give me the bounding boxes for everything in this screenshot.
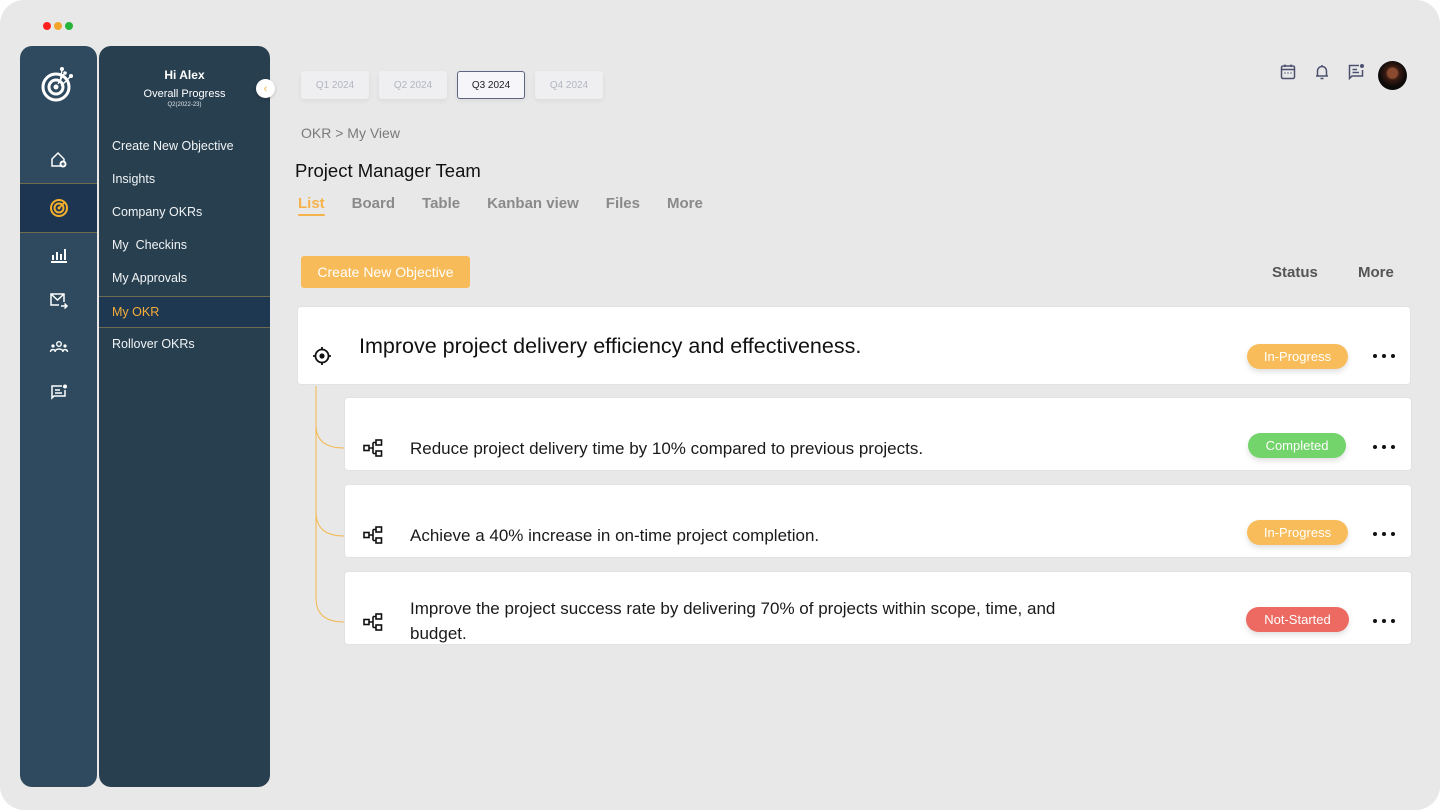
more-options-button[interactable]: [1373, 527, 1395, 541]
calendar-button[interactable]: [1278, 62, 1298, 82]
quarter-tab-q2[interactable]: Q2 2024: [379, 71, 447, 99]
subnav-company-okrs[interactable]: Company OKRs: [99, 196, 270, 228]
tab-list[interactable]: List: [298, 195, 325, 216]
chat-notification-icon: [50, 384, 67, 400]
message-icon: [1348, 64, 1364, 81]
home-add-icon: [50, 151, 66, 168]
maximize-window-button[interactable]: [65, 22, 73, 30]
minimize-window-button[interactable]: [54, 22, 62, 30]
breadcrumb: OKR > My View: [301, 125, 400, 141]
status-badge[interactable]: Completed: [1248, 433, 1346, 458]
team-icon: [49, 340, 68, 353]
calendar-icon: [1280, 64, 1296, 80]
key-result-title: Reduce project delivery time by 10% comp…: [410, 439, 924, 458]
messages-button[interactable]: [1346, 62, 1366, 82]
tab-kanban[interactable]: Kanban view: [487, 195, 579, 216]
tab-more[interactable]: More: [667, 195, 703, 216]
user-avatar[interactable]: [1378, 61, 1407, 90]
subnav-insights[interactable]: Insights: [99, 163, 270, 195]
okr-subnav: Hi Alex Overall Progress Q2(2022-23) Cre…: [99, 46, 270, 787]
page-title: Project Manager Team: [295, 160, 481, 181]
app-logo-icon[interactable]: [40, 64, 80, 104]
tab-table[interactable]: Table: [422, 195, 460, 216]
more-column-header[interactable]: More: [1358, 264, 1394, 281]
rail-analytics[interactable]: [20, 231, 97, 277]
subnav-create-objective[interactable]: Create New Objective: [99, 130, 270, 162]
header-actions: [1278, 62, 1366, 82]
status-badge[interactable]: In-Progress: [1247, 520, 1348, 545]
rail-mail[interactable]: [20, 277, 97, 323]
key-result-card[interactable]: Improve the project success rate by deli…: [344, 571, 1412, 645]
more-options-button[interactable]: [1373, 614, 1395, 628]
hierarchy-icon: [363, 526, 383, 544]
rail-team[interactable]: [20, 324, 97, 370]
quarter-tab-q4[interactable]: Q4 2024: [535, 71, 603, 99]
objective-card[interactable]: Improve project delivery efficiency and …: [297, 306, 1411, 385]
quarter-tab-q3[interactable]: Q3 2024: [457, 71, 525, 99]
subnav-my-okr[interactable]: My OKR: [99, 296, 270, 328]
bell-icon: [1316, 65, 1328, 80]
rail-okr[interactable]: [20, 183, 97, 233]
create-objective-button[interactable]: Create New Objective: [301, 256, 470, 288]
hierarchy-icon: [363, 439, 383, 457]
icon-rail: [20, 46, 97, 787]
overall-progress-label: Overall Progress: [143, 88, 226, 100]
greeting: Hi Alex: [164, 68, 205, 82]
key-result-card[interactable]: Achieve a 40% increase in on-time projec…: [344, 484, 1412, 558]
hierarchy-icon: [363, 613, 383, 631]
key-result-title: Improve the project success rate by deli…: [410, 599, 1056, 643]
quarter-tab-q1[interactable]: Q1 2024: [301, 71, 369, 99]
rail-home[interactable]: [20, 137, 97, 183]
tab-board[interactable]: Board: [352, 195, 395, 216]
status-badge[interactable]: Not-Started: [1246, 607, 1349, 632]
objective-title: Improve project delivery efficiency and …: [359, 334, 862, 358]
more-options-button[interactable]: [1373, 440, 1395, 454]
mail-forward-icon: [49, 293, 68, 310]
status-column-header[interactable]: Status: [1272, 264, 1318, 281]
target-icon: [49, 199, 68, 217]
subnav-my-approvals[interactable]: My Approvals: [99, 262, 270, 294]
tab-files[interactable]: Files: [606, 195, 640, 216]
rail-chat[interactable]: [20, 370, 97, 416]
chevron-left-icon: ‹: [263, 82, 268, 95]
view-tabs: List Board Table Kanban view Files More: [298, 195, 730, 216]
key-result-card[interactable]: Reduce project delivery time by 10% comp…: [344, 397, 1412, 471]
progress-period: Q2(2022-23): [167, 102, 202, 108]
window-controls: [43, 22, 73, 30]
status-badge[interactable]: In-Progress: [1247, 344, 1348, 369]
more-options-button[interactable]: [1373, 349, 1395, 363]
notifications-button[interactable]: [1312, 62, 1332, 82]
subnav-rollover-okrs[interactable]: Rollover OKRs: [99, 328, 270, 360]
app-window: Hi Alex Overall Progress Q2(2022-23) Cre…: [0, 0, 1440, 810]
quarter-selector: Q1 2024 Q2 2024 Q3 2024 Q4 2024: [301, 71, 603, 99]
key-result-title: Achieve a 40% increase in on-time projec…: [410, 526, 820, 545]
close-window-button[interactable]: [43, 22, 51, 30]
collapse-sidebar-button[interactable]: ‹: [256, 79, 275, 98]
crosshair-target-icon: [313, 347, 331, 365]
subnav-my-checkins[interactable]: My Checkins: [99, 229, 270, 261]
bar-chart-icon: [50, 249, 67, 263]
